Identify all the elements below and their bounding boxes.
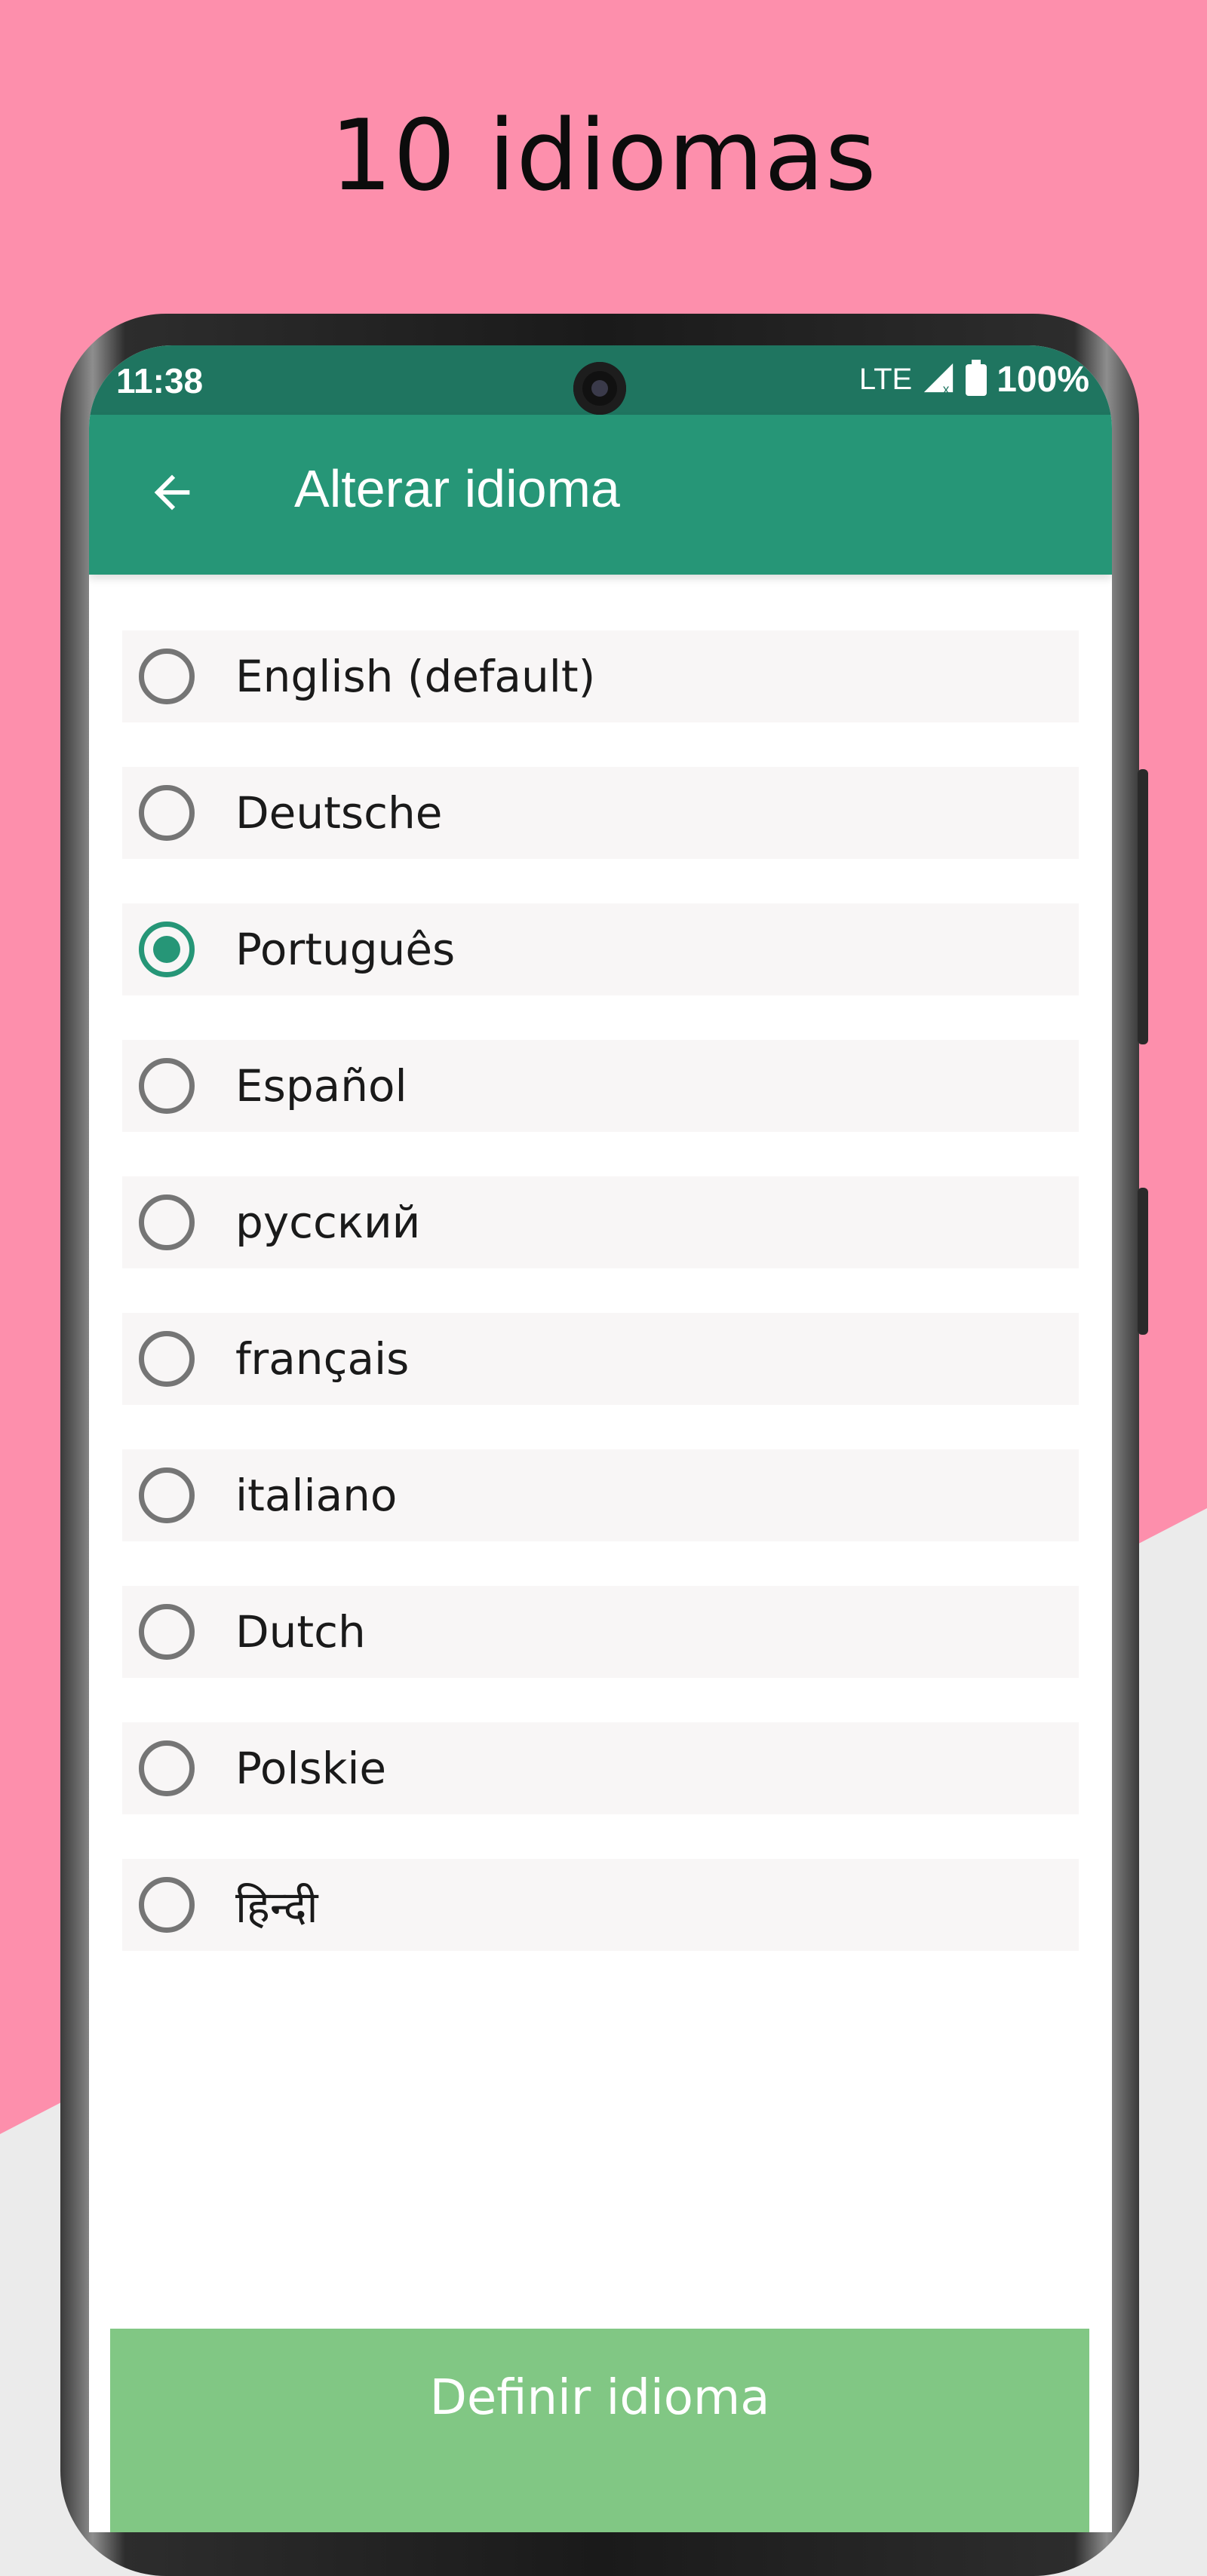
app-bar: Alterar idioma (89, 415, 1112, 575)
back-button[interactable] (134, 460, 210, 528)
radio-button[interactable] (139, 649, 195, 704)
front-camera (573, 362, 626, 415)
promo-headline: 10 idiomas (330, 98, 877, 213)
signal-icon: x (921, 360, 956, 399)
network-type: LTE (858, 363, 913, 396)
radio-button[interactable] (139, 1058, 195, 1114)
language-option-hindi[interactable]: हिन्दी (122, 1859, 1079, 1951)
language-option-french[interactable]: français (122, 1313, 1079, 1405)
language-option-italian[interactable]: italiano (122, 1449, 1079, 1541)
language-list: English (default) Deutsche Português Esp… (122, 630, 1079, 1995)
language-label: English (default) (235, 651, 596, 702)
svg-text:x: x (943, 382, 950, 395)
page-title: Alterar idioma (294, 459, 620, 518)
language-option-polish[interactable]: Polskie (122, 1722, 1079, 1814)
language-option-dutch[interactable]: Dutch (122, 1586, 1079, 1678)
language-label: Español (235, 1060, 407, 1112)
status-bar: 11:38 LTE x 100% (89, 345, 1112, 415)
language-label: italiano (235, 1470, 398, 1521)
status-indicators: LTE x 100% (859, 359, 1089, 400)
language-option-portuguese[interactable]: Português (122, 903, 1079, 995)
phone-side-button (1138, 1188, 1148, 1335)
status-time: 11:38 (116, 361, 204, 400)
language-label: Dutch (235, 1606, 366, 1658)
language-label: русский (235, 1197, 421, 1248)
language-label: français (235, 1333, 410, 1385)
phone-screen: 11:38 LTE x 100% Alterar idioma English … (89, 345, 1112, 2532)
radio-button-selected[interactable] (139, 922, 195, 977)
set-language-button[interactable]: Definir idioma (110, 2329, 1089, 2532)
language-label: Polskie (235, 1743, 387, 1794)
radio-button[interactable] (139, 1604, 195, 1660)
radio-button[interactable] (139, 785, 195, 841)
radio-button[interactable] (139, 1740, 195, 1796)
arrow-back-icon (146, 466, 198, 522)
language-label: हिन्दी (235, 1881, 318, 1933)
language-option-english[interactable]: English (default) (122, 630, 1079, 722)
language-option-german[interactable]: Deutsche (122, 767, 1079, 859)
battery-percent: 100% (997, 360, 1089, 400)
radio-button[interactable] (139, 1331, 195, 1387)
language-label: Português (235, 924, 456, 975)
phone-side-button (1138, 769, 1148, 1044)
radio-button[interactable] (139, 1467, 195, 1523)
language-label: Deutsche (235, 787, 443, 839)
radio-button[interactable] (139, 1877, 195, 1933)
battery-icon (965, 360, 987, 400)
language-option-spanish[interactable]: Español (122, 1040, 1079, 1132)
language-option-russian[interactable]: русский (122, 1176, 1079, 1268)
radio-button[interactable] (139, 1194, 195, 1250)
